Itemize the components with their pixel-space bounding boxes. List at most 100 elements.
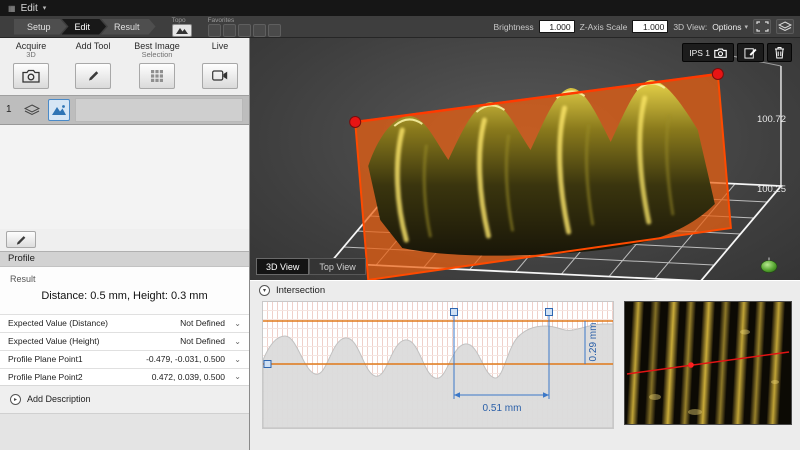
viewport-toolbar: IPS 1 (682, 43, 792, 62)
brightness-input[interactable]: 1.000 (539, 20, 575, 33)
app-menu-grid-icon[interactable]: ▦ (8, 4, 16, 13)
acquire-3d-title: Acquire 3D (0, 41, 62, 60)
favorite-slot-button[interactable] (208, 24, 221, 37)
tool-list-empty-area (0, 125, 249, 229)
edit-profile-button[interactable] (6, 231, 36, 248)
video-camera-icon (212, 70, 228, 81)
expand-arrow-icon[interactable]: ▸ (10, 394, 21, 405)
property-value: 0.472, 0.039, 0.500 (152, 372, 225, 382)
acquire-3d-button[interactable] (13, 63, 49, 89)
left-panel: Acquire 3D Add Tool Best Image Selection… (0, 38, 250, 450)
add-description-row[interactable]: ▸ Add Description (0, 386, 249, 413)
camera-preview-image (625, 302, 791, 424)
property-row-plane-point1[interactable]: Profile Plane Point1 -0.479, -0.031, 0.5… (0, 350, 249, 368)
layers-icon (24, 104, 40, 116)
layers-view-button[interactable] (776, 19, 794, 34)
tab-edit[interactable]: Edit (62, 19, 107, 35)
chevron-down-icon[interactable]: ⌄ (225, 337, 241, 346)
chart-handle-right[interactable] (546, 309, 553, 316)
edit-export-icon (744, 46, 757, 59)
best-image-title: Best Image Selection (124, 41, 190, 60)
profile-section-header[interactable]: Profile (0, 251, 249, 267)
ips-camera-button[interactable]: IPS 1 (682, 43, 734, 62)
tab-setup[interactable]: Setup (14, 19, 67, 35)
brightness-label: Brightness (493, 22, 533, 32)
workflow-tabs: Setup Edit Result (14, 19, 156, 35)
plane-handle-left[interactable] (350, 117, 361, 128)
menubar: ▦ Edit ▾ (0, 0, 800, 16)
add-tool-title: Add Tool (62, 41, 124, 60)
property-label: Profile Plane Point2 (8, 372, 152, 382)
top-view-button[interactable]: Top View (309, 258, 365, 275)
chevron-down-icon[interactable]: ⌄ (225, 372, 241, 381)
collapse-toggle-icon[interactable]: ▾ (259, 285, 270, 296)
add-tool-button[interactable] (75, 63, 111, 89)
delete-button[interactable] (767, 43, 792, 62)
width-dimension-label: 0.51 mm (483, 403, 522, 414)
z-scale-value-top: 100.72 (757, 114, 786, 125)
camera-icon (22, 69, 40, 83)
favorite-slot-button[interactable] (253, 24, 266, 37)
measurement-thumbnail-strip: 1 (0, 95, 249, 125)
live-button[interactable] (202, 63, 238, 89)
3d-view-button[interactable]: 3D View (256, 258, 309, 275)
pencil-icon (15, 234, 27, 246)
mountain-icon (175, 25, 189, 35)
intersection-header[interactable]: ▾ Intersection (250, 281, 800, 299)
best-image-subtitle: Selection (124, 51, 190, 60)
chevron-down-icon[interactable]: ⌄ (225, 319, 241, 328)
dataset-layers-thumbnail[interactable] (21, 99, 43, 121)
favorite-slot-button[interactable] (268, 24, 281, 37)
property-row-expected-height[interactable]: Expected Value (Height) Not Defined ⌄ (0, 332, 249, 350)
fit-screen-icon (756, 21, 769, 32)
orientation-ball[interactable] (760, 257, 778, 278)
z-scale-value-bottom: 100.25 (757, 184, 786, 195)
z-axis-scale-label: Z-Axis Scale (580, 22, 628, 32)
favorite-slot-button[interactable] (238, 24, 251, 37)
tool-titles-row: Acquire 3D Add Tool Best Image Selection… (0, 38, 249, 60)
chevron-down-icon[interactable]: ⌄ (225, 355, 241, 364)
result-title: Result (0, 267, 249, 284)
application-window: ▦ Edit ▾ Setup Edit Result Topo Favorite… (0, 0, 800, 450)
grid-icon (150, 69, 164, 83)
profile-chart-container: 0.51 mm 0.29 mm (262, 301, 614, 429)
caret-down-icon: ▾ (43, 4, 47, 12)
height-dimension-label: 0.29 mm (588, 323, 599, 362)
pencil-icon (87, 69, 100, 82)
property-label: Expected Value (Height) (8, 336, 180, 346)
property-row-plane-point2[interactable]: Profile Plane Point2 0.472, 0.039, 0.500… (0, 368, 249, 386)
3d-scene[interactable] (250, 38, 800, 280)
add-description-label: Add Description (27, 394, 91, 404)
view-settings-group: Brightness 1.000 Z-Axis Scale 1.000 3D V… (493, 19, 794, 34)
topo-label: Topo (172, 17, 186, 24)
favorites-group: Favorites (208, 17, 281, 37)
topo-group: Topo (172, 17, 192, 37)
intersection-chart[interactable]: 0.51 mm 0.29 mm (263, 302, 613, 428)
tab-result[interactable]: Result (101, 19, 156, 35)
topo-dataset-thumbnail[interactable] (48, 99, 70, 121)
edit-profile-row (0, 229, 249, 251)
3d-viewport[interactable]: IPS 1 100.72 100.25 3D View Top View (250, 38, 800, 280)
edit-menu[interactable]: Edit (21, 3, 38, 14)
property-row-expected-distance[interactable]: Expected Value (Distance) Not Defined ⌄ (0, 314, 249, 332)
3d-view-label: 3D View: (673, 22, 707, 32)
property-value: Not Defined (180, 336, 225, 346)
favorites-label: Favorites (208, 17, 235, 24)
chart-handle-left[interactable] (451, 309, 458, 316)
result-panel: Result Distance: 0.5 mm, Height: 0.3 mm (0, 267, 249, 314)
fit-screen-button[interactable] (753, 19, 771, 34)
camera-preview[interactable] (624, 301, 792, 425)
axis-ball-icon (760, 257, 778, 273)
best-image-button[interactable] (139, 63, 175, 89)
favorite-slot-button[interactable] (223, 24, 236, 37)
topo-toggle-button[interactable] (172, 24, 192, 37)
chart-handle-height[interactable] (264, 361, 271, 368)
profile-section-title: Profile (8, 253, 35, 264)
intersection-panel: ▾ Intersection (250, 280, 800, 450)
view-options-dropdown[interactable]: Options ▾ (712, 22, 748, 32)
view-mode-toggle: 3D View Top View (256, 258, 366, 275)
z-axis-scale-input[interactable]: 1.000 (632, 20, 668, 33)
trash-icon (774, 46, 785, 59)
plane-handle-right[interactable] (712, 69, 723, 80)
export-snapshot-button[interactable] (737, 43, 764, 62)
